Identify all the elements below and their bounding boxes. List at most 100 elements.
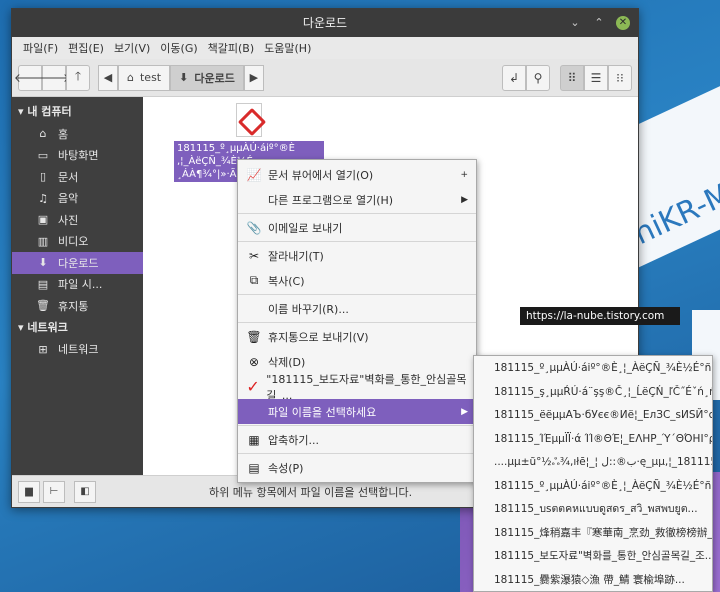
menu-item-label: 이름 바꾸기(R)... bbox=[268, 302, 349, 316]
submenu-item[interactable]: 181115_ş¸µµŔÚ·á¨şş®Č¸¦_ĹëÇŃ_ľČ˝Éˇń¸ń±... bbox=[474, 381, 712, 405]
sidebar-item-filesystem[interactable]: ▤ 파일 시... bbox=[12, 274, 143, 296]
menu-item-label: 휴지통으로 보내기(V) bbox=[268, 330, 369, 344]
menu-cut[interactable]: ✂ 잘라내기(T) bbox=[238, 243, 476, 268]
filesystem-icon: ▤ bbox=[37, 277, 49, 291]
sidebar-item-network[interactable]: ⊞ 네트워크 bbox=[12, 339, 143, 361]
delete-icon: ⊗ bbox=[248, 354, 260, 369]
menu-separator bbox=[238, 213, 476, 214]
home-icon: ⌂ bbox=[39, 127, 47, 141]
menu-filename-option[interactable]: ✓ "181115_보도자료"벽화를_통한_안심골목길_... bbox=[238, 373, 476, 402]
breadcrumb-left-button[interactable]: ◀ bbox=[98, 64, 118, 91]
up-button[interactable]: 🡑 bbox=[66, 64, 90, 91]
toolbar: 🡐 🡒 🡑 ◀ ⌂ test ⬇ 다운로드 ▶ ↲ ⚲ ⠿ ☰ ⁝⁝ bbox=[12, 59, 638, 97]
breadcrumb-downloads[interactable]: ⬇ 다운로드 bbox=[170, 64, 244, 91]
toggle-sidebar-button[interactable]: ◧ bbox=[74, 480, 96, 503]
video-icon: ▥ bbox=[37, 234, 49, 248]
breadcrumb-label: test bbox=[139, 71, 162, 84]
breadcrumb-right-button[interactable]: ▶ bbox=[243, 64, 264, 91]
chevron-right-icon: ▶ bbox=[461, 406, 468, 417]
menu-edit[interactable]: 편집(E) bbox=[63, 40, 109, 56]
properties-icon: ▤ bbox=[248, 460, 260, 475]
email-icon: 📎 bbox=[246, 220, 262, 235]
forward-button[interactable]: 🡒 bbox=[38, 64, 70, 91]
sidebar-item-label: 휴지통 bbox=[58, 299, 89, 313]
sidebar-item-home[interactable]: ⌂ 홈 bbox=[12, 123, 143, 145]
close-button[interactable]: ✕ bbox=[616, 16, 630, 30]
music-icon: ♫ bbox=[38, 191, 48, 205]
menu-item-label: "181115_보도자료"벽화를_통한_안심골목길_... bbox=[266, 372, 467, 402]
submenu-item[interactable]: 181115_º¸µµÀÚ·áiº°®È¸¦_ÀëÇÑ_¾È½É°ñ¸ñ... bbox=[474, 357, 712, 381]
sidebar-item-downloads[interactable]: ⬇ 다운로드 bbox=[12, 252, 143, 274]
maximize-button[interactable]: ⌃ bbox=[592, 16, 606, 30]
menu-item-label: 속성(P) bbox=[268, 461, 304, 475]
menu-bookmarks[interactable]: 책갈피(B) bbox=[203, 40, 260, 56]
sidebar-item-music[interactable]: ♫ 음악 bbox=[12, 188, 143, 210]
menu-copy[interactable]: ⧉ 복사(C) bbox=[238, 268, 476, 293]
menu-view[interactable]: 보기(V) bbox=[109, 40, 155, 56]
submenu-item[interactable]: 181115_烽稍嘉丰『寒華南_烹劲_救徹榜榜辦_... bbox=[474, 522, 712, 546]
toggle-location-button[interactable]: ↲ bbox=[502, 64, 526, 91]
location-icon: ↲ bbox=[508, 70, 520, 85]
sidebar-header-computer[interactable]: ▾ 내 컴퓨터 bbox=[12, 101, 143, 123]
minimize-button[interactable]: ⌄ bbox=[568, 16, 582, 30]
chevron-right-icon: ▶ bbox=[249, 71, 259, 84]
breadcrumb-label: 다운로드 bbox=[194, 71, 235, 85]
submenu-item[interactable]: 181115_보도자료"벽화를_통한_안심골목길_조... bbox=[474, 545, 712, 569]
menu-go[interactable]: 이동(G) bbox=[155, 40, 202, 56]
sidebar-item-videos[interactable]: ▥ 비디오 bbox=[12, 231, 143, 253]
sidebar-item-desktop[interactable]: ▭ 바탕화면 bbox=[12, 145, 143, 167]
submenu-item[interactable]: 181115_บsตตคหแบบดูสดร_สวิ_พสพบยูต... bbox=[474, 498, 712, 522]
menu-choose-filename[interactable]: 파일 이름을 선택하세요 ▶ bbox=[238, 399, 476, 424]
pdf-file-icon bbox=[236, 103, 262, 137]
grid-icon: ⠿ bbox=[567, 70, 577, 85]
window-title: 다운로드 bbox=[302, 16, 348, 30]
compact-view-button[interactable]: ⁝⁝ bbox=[608, 64, 632, 91]
documents-icon: ▯ bbox=[39, 170, 47, 184]
status-text: 하위 메뉴 항목에서 파일 이름을 선택합니다. bbox=[209, 485, 413, 499]
show-places-button[interactable]: ▆ bbox=[18, 480, 40, 503]
menu-open-in-viewer[interactable]: 📈 문서 뷰어에서 열기(O) + bbox=[238, 162, 476, 187]
sidebar: ▾ 내 컴퓨터 ⌂ 홈 ▭ 바탕화면 ▯ 문서 ♫ 음악 ▣ 사진 ▥ 비디오 ⬇ 다운로드 … bbox=[12, 97, 143, 475]
menu-compress[interactable]: ▦ 압축하기... bbox=[238, 427, 476, 452]
url-tooltip: https://la-nube.tistory.com bbox=[520, 307, 680, 325]
menu-item-label: 파일 이름을 선택하세요 bbox=[268, 405, 377, 419]
menu-send-email[interactable]: 📎 이메일로 보내기 bbox=[238, 215, 476, 240]
list-view-button[interactable]: ☰ bbox=[584, 64, 608, 91]
search-button[interactable]: ⚲ bbox=[526, 64, 550, 91]
download-icon: ⬇ bbox=[38, 256, 48, 270]
plus-icon: + bbox=[460, 169, 468, 180]
compact-icon: ⁝⁝ bbox=[616, 70, 624, 85]
menu-move-to-trash[interactable]: 🗑 휴지통으로 보내기(V) bbox=[238, 324, 476, 349]
sidebar-item-label: 바탕화면 bbox=[58, 149, 99, 163]
title-bar[interactable]: 다운로드 ⌄ ⌃ ✕ bbox=[12, 9, 638, 37]
list-icon: ☰ bbox=[590, 70, 602, 85]
menu-rename[interactable]: 이름 바꾸기(R)... bbox=[238, 296, 476, 321]
menu-properties[interactable]: ▤ 속성(P) bbox=[238, 455, 476, 480]
menu-help[interactable]: 도움말(H) bbox=[259, 40, 316, 56]
show-tree-button[interactable]: ⊢ bbox=[43, 480, 65, 503]
submenu-item[interactable]: 181115_ΊΈμμΪΪ·ά ΊΊ®ΘΈ¦_ΕΛΗΡ_Ύ΄ΘΌΗΙ°ρ... bbox=[474, 428, 712, 452]
icon-view-button[interactable]: ⠿ bbox=[560, 64, 584, 91]
desktop-icon: ▭ bbox=[37, 148, 49, 162]
submenu-item[interactable]: 181115_ёёµµАЪ·бУєє®Иё¦_ЕлЗС_ѕИЅЙ°с... bbox=[474, 404, 712, 428]
trash-icon: 🗑 bbox=[36, 299, 50, 313]
nav-buttons: 🡐 🡒 🡑 bbox=[14, 64, 90, 91]
menu-item-label: 삭제(D) bbox=[268, 355, 306, 369]
sidebar-item-pictures[interactable]: ▣ 사진 bbox=[12, 209, 143, 231]
sidebar-header-network[interactable]: ▾ 네트워크 bbox=[12, 317, 143, 339]
sidebar-item-label: 홈 bbox=[58, 127, 69, 141]
breadcrumb-test[interactable]: ⌂ test bbox=[118, 64, 171, 91]
submenu-item[interactable]: 181115_º¸µµÀÚ·áiº°®È¸¦_ÀëÇÑ_¾È½É°ñ¸ñ... bbox=[474, 475, 712, 499]
menu-item-label: 복사(C) bbox=[268, 274, 305, 288]
sidebar-item-trash[interactable]: 🗑 휴지통 bbox=[12, 295, 143, 317]
chevron-right-icon: ▶ bbox=[461, 194, 468, 205]
archive-icon: ▦ bbox=[248, 432, 260, 447]
submenu-item[interactable]: ....µµ±ũ°½ஃ¾,ıłē¦_¦ ب®::ل·ę_µµ,¦_181115 bbox=[474, 451, 712, 475]
menu-open-with[interactable]: 다른 프로그램으로 열기(H) ▶ bbox=[238, 187, 476, 212]
menu-separator bbox=[238, 294, 476, 295]
sidebar-header-label: 네트워크 bbox=[27, 320, 68, 334]
tool-buttons: ↲ ⚲ bbox=[502, 64, 550, 91]
menu-file[interactable]: 파일(F) bbox=[18, 40, 63, 56]
submenu-item[interactable]: 181115_爨紫瀑猿◇漁 帶_鯖 寰楡埠跡... bbox=[474, 569, 712, 592]
sidebar-item-documents[interactable]: ▯ 문서 bbox=[12, 166, 143, 188]
